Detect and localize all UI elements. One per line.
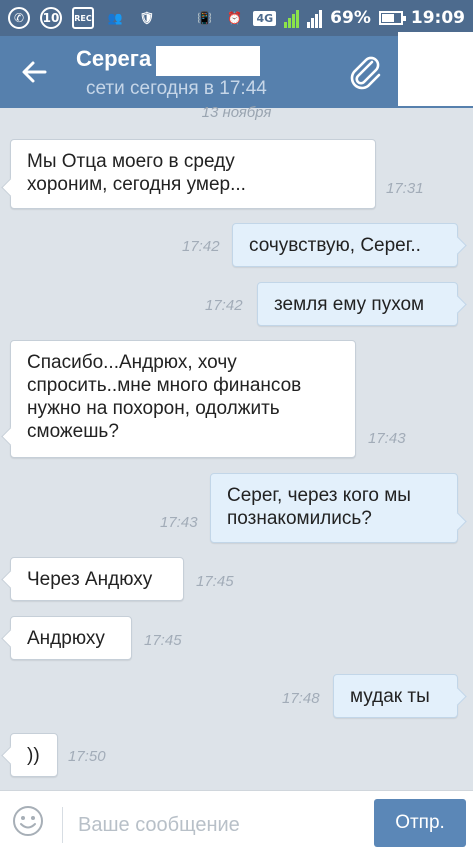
clock: 19:09 (410, 8, 465, 28)
vibrate-icon: 📳 (197, 11, 212, 25)
contact-name[interactable]: Серега (76, 46, 151, 72)
message-text: Спасибо...Андрюх, хочу спросить..мне мно… (27, 352, 302, 442)
arrow-left-icon (22, 61, 47, 83)
date-separator: 13 ноября (201, 104, 272, 121)
notification-count-icon: 10 (40, 7, 62, 29)
back-button[interactable] (16, 54, 52, 90)
message-time: 17:43 (368, 430, 406, 447)
alarm-icon: ⏰ (227, 11, 242, 25)
message-bubble-incoming[interactable]: Спасибо...Андрюх, хочу спросить..мне мно… (10, 340, 356, 458)
attach-button[interactable] (345, 52, 385, 92)
network-type-badge: 4G (253, 10, 277, 26)
message-text: сочувствую, Серег.. (249, 235, 421, 256)
message-text: земля ему пухом (274, 294, 425, 315)
message-bubble-incoming[interactable]: Андрюху (10, 616, 132, 660)
message-text: Через Андюху (27, 569, 153, 590)
status-bar: ✆ 10 REC 👥 🛡 📳 ⏰ 4G 69% 19:09 (0, 0, 473, 36)
message-bubble-outgoing[interactable]: мудак ты (333, 674, 458, 718)
message-text: Серег, через кого мы познакомились? (227, 485, 411, 529)
message-time: 17:42 (182, 238, 220, 255)
message-bubble-outgoing[interactable]: земля ему пухом (257, 282, 458, 326)
name-redaction (156, 46, 260, 76)
contacts-icon: 👥 (107, 11, 123, 25)
message-text: Андрюху (27, 628, 105, 649)
paperclip-icon (350, 56, 381, 90)
recorder-icon: REC (72, 7, 94, 29)
message-time: 17:42 (205, 297, 243, 314)
message-text: )) (27, 745, 40, 766)
contact-avatar[interactable] (398, 32, 473, 106)
message-text: мудак ты (350, 686, 430, 707)
message-time: 17:48 (282, 690, 320, 707)
message-time: 17:43 (160, 514, 198, 531)
battery-icon (378, 11, 406, 25)
message-bubble-incoming[interactable]: )) (10, 733, 58, 777)
app-badge-icon: 🛡 (139, 11, 155, 25)
message-time: 17:45 (144, 632, 182, 649)
message-time: 17:50 (68, 748, 106, 765)
smile-icon (13, 806, 43, 836)
message-bubble-outgoing[interactable]: сочувствую, Серег.. (232, 223, 458, 267)
whatsapp-icon: ✆ (8, 7, 30, 29)
message-bubble-incoming[interactable]: Мы Отца моего в среду хороним, сегодня у… (10, 139, 376, 209)
message-text: Мы Отца моего в среду хороним, сегодня у… (27, 151, 246, 195)
last-seen-status: сети сегодня в 17:44 (86, 78, 267, 99)
message-time: 17:45 (196, 573, 234, 590)
message-bubble-outgoing[interactable]: Серег, через кого мы познакомились? (210, 473, 458, 543)
signal-sim2-icon (307, 8, 323, 28)
signal-icon (284, 8, 300, 28)
emoji-button[interactable] (12, 805, 44, 837)
battery-percent: 69% (330, 8, 371, 28)
message-time: 17:31 (386, 180, 424, 197)
message-bubble-incoming[interactable]: Через Андюху (10, 557, 184, 601)
chat-header: Серега сети сегодня в 17:44 (0, 32, 473, 108)
message-input[interactable] (78, 807, 358, 843)
send-button[interactable]: Отпр. (374, 799, 466, 847)
message-composer: Отпр. (0, 790, 473, 860)
composer-divider (62, 807, 63, 843)
